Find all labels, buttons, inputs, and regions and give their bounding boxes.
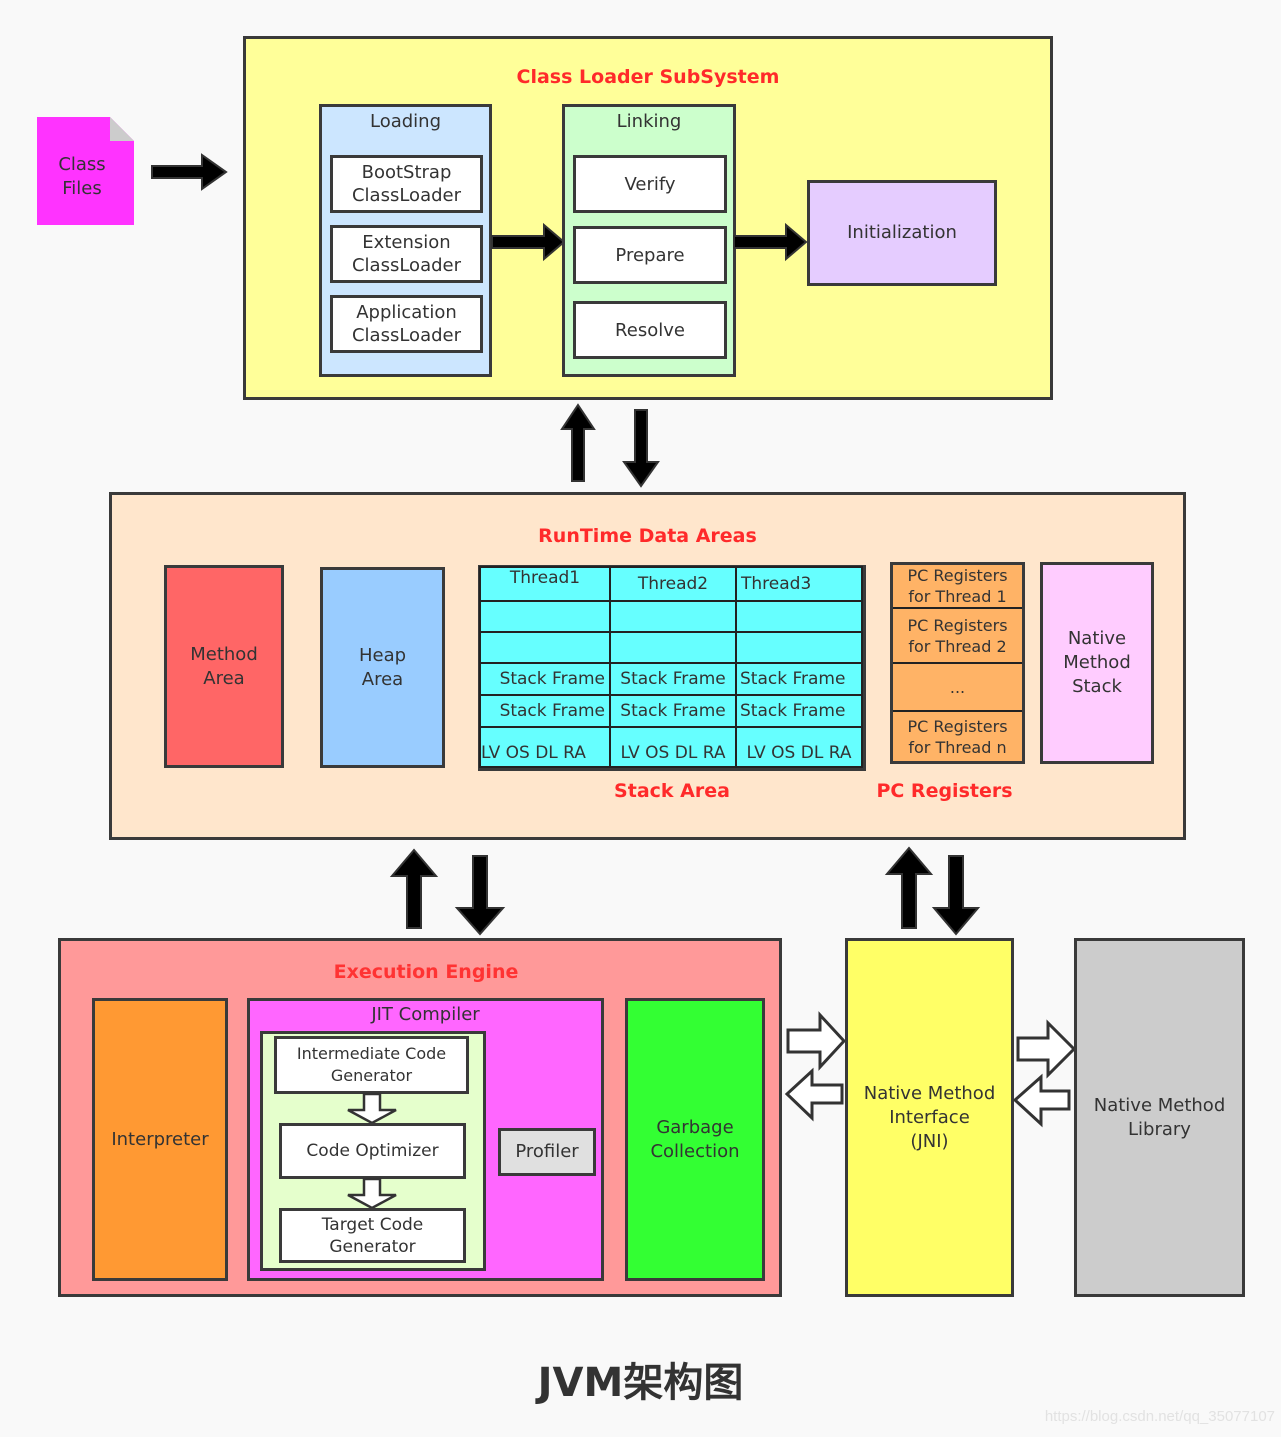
- runtime-title: RunTime Data Areas: [538, 525, 757, 547]
- stack-row: [479, 631, 863, 664]
- loading-group: Loading BootStrap ClassLoader Extension …: [319, 104, 492, 377]
- hollow-arrow-left-icon: [1012, 1073, 1071, 1128]
- runtime-data-areas: RunTime Data Areas Method Area Heap Area…: [109, 492, 1186, 840]
- execution-engine-title: Execution Engine: [333, 961, 519, 983]
- pc-register-item: PC Registers for Thread 1: [893, 565, 1022, 609]
- class-loader-title: Class Loader SubSystem: [516, 66, 780, 88]
- interpreter: Interpreter: [92, 998, 228, 1281]
- arrow-right-icon: [151, 153, 228, 191]
- jit-compiler-label: JIT Compiler: [371, 1004, 480, 1025]
- arrow-up-icon: [884, 846, 934, 929]
- arrow-down-icon: [931, 855, 981, 936]
- loading-label: Loading: [369, 111, 441, 132]
- profiler: Profiler: [498, 1128, 596, 1176]
- pc-register-item: PC Registers for Thread 2: [893, 609, 1022, 664]
- stack-frame-cell: Stack Frame: [609, 694, 737, 728]
- pc-registers-title: PC Registers: [876, 780, 1013, 802]
- hollow-arrow-down-icon: [347, 1092, 397, 1125]
- code-optimizer: Code Optimizer: [279, 1123, 466, 1179]
- stack-cell: [479, 600, 611, 633]
- arrow-up-icon: [389, 848, 439, 929]
- initialization-box: Initialization: [807, 180, 997, 286]
- stack-frame-cell: Stack Frame: [735, 662, 863, 696]
- stack-cell: [479, 631, 611, 664]
- pc-registers: PC Registers for Thread 1 PC Registers f…: [890, 562, 1025, 764]
- stack-area: Thread1 Thread2 Thread3 Stack Frame Stac…: [478, 565, 866, 771]
- stack-cell: [735, 600, 863, 633]
- bootstrap-classloader: BootStrap ClassLoader: [330, 155, 483, 213]
- application-classloader: Application ClassLoader: [330, 295, 483, 353]
- native-method-stack: Native Method Stack: [1040, 562, 1154, 764]
- pc-register-item: ...: [893, 664, 1022, 712]
- target-code-generator: Target Code Generator: [279, 1208, 466, 1263]
- hollow-arrow-right-icon: [786, 1011, 847, 1071]
- extension-classloader: Extension ClassLoader: [330, 225, 483, 283]
- locals-cell: LV OS DL RA: [479, 726, 611, 768]
- stack-frame-row: Stack Frame Stack Frame Stack Frame: [479, 662, 863, 696]
- arrow-down-icon: [622, 409, 660, 488]
- stack-frame-cell: Stack Frame: [479, 662, 611, 696]
- linking-label: Linking: [616, 111, 682, 132]
- locals-row: LV OS DL RA LV OS DL RA LV OS DL RA: [479, 726, 863, 768]
- arrow-right-icon: [733, 222, 808, 262]
- resolve-step: Resolve: [573, 301, 727, 359]
- thread-header: Thread1: [479, 566, 611, 602]
- garbage-collection: Garbage Collection: [625, 998, 765, 1281]
- arrow-down-icon: [454, 855, 506, 936]
- verify-step: Verify: [573, 155, 727, 213]
- stack-frame-cell: Stack Frame: [609, 662, 737, 696]
- arrow-right-icon: [491, 222, 566, 262]
- watermark: https://blog.csdn.net/qq_35077107: [1044, 1408, 1275, 1425]
- stack-frame-row: Stack Frame Stack Frame Stack Frame: [479, 694, 863, 728]
- stack-frame-cell: Stack Frame: [479, 694, 611, 728]
- thread-header: Thread2: [609, 566, 737, 602]
- thread-header: Thread3: [735, 566, 863, 602]
- hollow-arrow-right-icon: [1016, 1019, 1077, 1079]
- stack-frame-cell: Stack Frame: [735, 694, 863, 728]
- linking-group: Linking Verify Prepare Resolve: [562, 104, 736, 377]
- jit-compiler: JIT Compiler Intermediate Code Generator…: [247, 998, 604, 1281]
- arrow-up-icon: [560, 403, 596, 482]
- prepare-step: Prepare: [573, 226, 727, 284]
- method-area: Method Area: [164, 565, 284, 768]
- class-files-icon: Class Files: [37, 117, 134, 225]
- hollow-arrow-left-icon: [784, 1067, 844, 1122]
- stack-row: [479, 600, 863, 633]
- native-method-interface: Native Method Interface (JNI): [845, 938, 1014, 1297]
- stack-area-title: Stack Area: [614, 780, 730, 802]
- stack-table: Thread1 Thread2 Thread3 Stack Frame Stac…: [479, 566, 863, 768]
- execution-engine: Execution Engine Interpreter JIT Compile…: [58, 938, 782, 1297]
- jit-pipeline: Intermediate Code Generator Code Optimiz…: [260, 1031, 486, 1271]
- hollow-arrow-down-icon: [347, 1177, 397, 1210]
- stack-cell: [609, 600, 737, 633]
- heap-area: Heap Area: [320, 567, 445, 768]
- class-files-label: Class Files: [58, 154, 106, 199]
- thread-header-row: Thread1 Thread2 Thread3: [479, 566, 863, 602]
- locals-cell: LV OS DL RA: [609, 726, 737, 768]
- stack-cell: [609, 631, 737, 664]
- pc-register-item: PC Registers for Thread n: [907, 716, 1008, 757]
- intermediate-code-generator: Intermediate Code Generator: [274, 1036, 469, 1094]
- diagram-caption: JVM架构图: [537, 1360, 744, 1406]
- stack-cell: [735, 631, 863, 664]
- locals-cell: LV OS DL RA: [735, 726, 863, 768]
- class-loader-subsystem: Class Loader SubSystem Loading BootStrap…: [243, 36, 1053, 400]
- native-method-library: Native Method Library: [1074, 938, 1245, 1297]
